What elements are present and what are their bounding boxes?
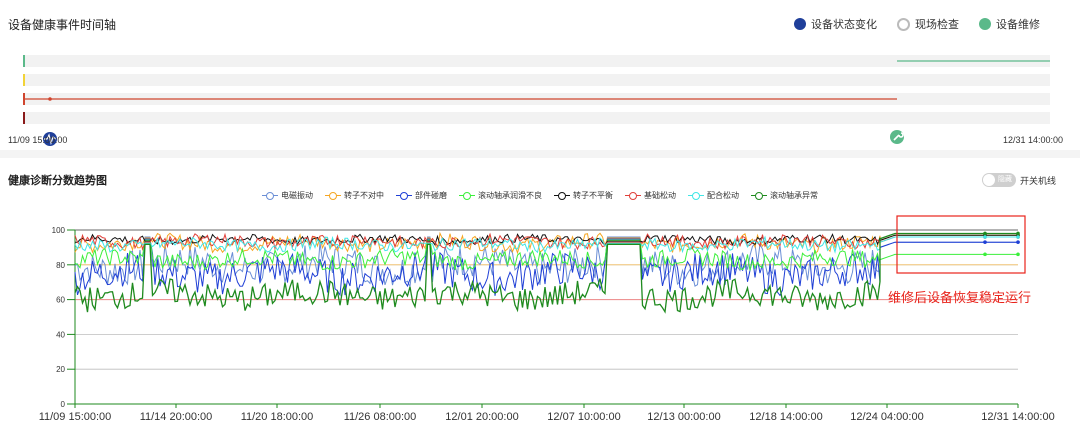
x-tick-label: 11/26 08:00:00 (344, 411, 417, 423)
series-point-7 (1016, 231, 1020, 236)
x-tick-label: 12/24 04:00:00 (850, 411, 923, 423)
x-tick-label: 12/01 20:00:00 (445, 411, 518, 423)
series-point-2 (1016, 240, 1020, 244)
series-point-2 (983, 240, 987, 244)
x-tick-label: 12/31 14:00:00 (981, 411, 1054, 423)
x-tick-label: 11/09 15:00:00 (39, 411, 112, 423)
x-tick-label: 11/14 20:00:00 (140, 411, 213, 423)
x-tick-label: 12/18 14:00:00 (749, 411, 822, 423)
x-tick-label: 11/20 18:00:00 (241, 411, 314, 423)
y-tick-label: 40 (56, 330, 65, 339)
y-tick-label: 20 (56, 365, 65, 374)
series-point-6 (1016, 235, 1020, 239)
series-point-3 (983, 252, 987, 257)
series-point-6 (983, 235, 987, 239)
y-tick-label: 100 (52, 226, 66, 235)
x-tick-label: 12/13 00:00:00 (647, 411, 720, 423)
trend-chart: 0 20 40 60 80 100 11/09 15:00:00 11/14 20:00:00… (39, 215, 1055, 423)
y-tick-label: 0 (61, 400, 66, 409)
series-point-3 (1016, 252, 1020, 257)
annotation-text: 维修后设备恢复稳定运行 (888, 290, 1031, 305)
y-tick-label: 60 (56, 296, 65, 305)
series-point-7 (983, 231, 987, 236)
x-tick-label: 12/07 10:00:00 (547, 411, 620, 423)
y-tick-label: 80 (56, 261, 65, 270)
series-line-1 (74, 231, 1018, 255)
